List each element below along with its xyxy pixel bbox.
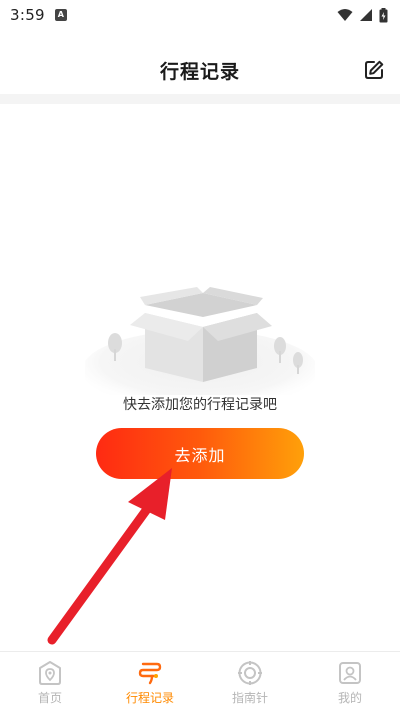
status-bar: 3:59 A (0, 0, 400, 30)
compass-icon (236, 659, 264, 687)
status-right (337, 7, 388, 23)
notification-icon-letter: A (57, 10, 64, 19)
status-time: 3:59 (10, 6, 45, 24)
battery-icon (379, 7, 388, 22)
screen: 3:59 A 行程记录 快去添加您的行程记录吧 去添加 首页 行程记录 指南针 … (0, 0, 400, 711)
header-divider (0, 94, 400, 104)
status-left: 3:59 A (10, 6, 67, 24)
home-icon (36, 659, 64, 687)
notification-icon: A (54, 9, 67, 21)
empty-box-illustration (85, 287, 315, 395)
add-trip-button[interactable]: 去添加 (96, 428, 304, 479)
tab-profile-label: 我的 (337, 691, 362, 705)
tab-compass[interactable]: 指南针 (200, 652, 300, 711)
page-title: 行程记录 (159, 60, 240, 83)
trip-record-icon (136, 659, 164, 687)
tab-trip-record[interactable]: 行程记录 (100, 652, 200, 711)
tab-compass-label: 指南针 (231, 691, 268, 705)
tab-home[interactable]: 首页 (0, 652, 100, 711)
app-header: 行程记录 (0, 45, 400, 95)
add-trip-button-label: 去添加 (174, 445, 226, 465)
wifi-icon (337, 9, 353, 21)
profile-icon (336, 659, 364, 687)
signal-icon (360, 9, 372, 21)
edit-button[interactable] (362, 58, 386, 82)
tab-home-label: 首页 (37, 691, 62, 705)
empty-state-message: 快去添加您的行程记录吧 (123, 397, 277, 413)
tab-trip-record-label: 行程记录 (125, 691, 174, 705)
tab-profile[interactable]: 我的 (300, 652, 400, 711)
bottom-tab-bar: 首页 行程记录 指南针 我的 (0, 651, 400, 711)
edit-icon (365, 60, 384, 79)
